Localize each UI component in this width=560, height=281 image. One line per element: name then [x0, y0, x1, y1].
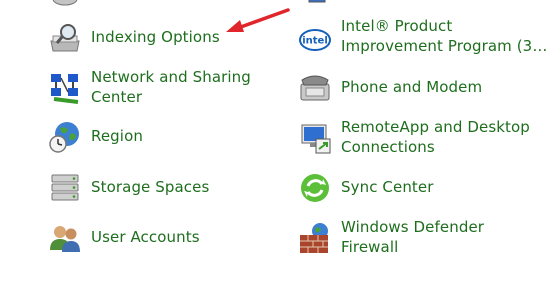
remoteapp-label[interactable]: RemoteApp and Desktop Connections — [341, 117, 530, 157]
svg-text:intel: intel — [302, 36, 328, 47]
sync-center-label[interactable]: Sync Center — [341, 177, 434, 197]
region-globe-icon — [47, 119, 83, 155]
storage-spaces-icon — [47, 170, 83, 206]
intel-program-label[interactable]: Intel® Product Improvement Program (3… — [341, 16, 547, 56]
network-sharing-icon — [47, 70, 83, 106]
intel-program-label-line1: Intel® Product — [341, 17, 453, 35]
remoteapp-label-line1: RemoteApp and Desktop — [341, 118, 530, 136]
storage-spaces-item[interactable]: Storage Spaces — [47, 170, 209, 206]
cut-off-item-icon — [50, 0, 80, 6]
user-accounts-item[interactable]: User Accounts — [47, 220, 200, 256]
intel-icon: intel — [297, 22, 333, 58]
annotation-arrow-icon — [226, 8, 290, 32]
phone-modem-icon — [297, 70, 333, 106]
firewall-label[interactable]: Windows Defender Firewall — [341, 217, 484, 257]
user-accounts-label[interactable]: User Accounts — [91, 227, 200, 247]
cut-off-item-icon-right — [306, 0, 328, 4]
phone-modem-item[interactable]: Phone and Modem — [297, 70, 482, 106]
indexing-options-icon — [47, 20, 83, 56]
region-item[interactable]: Region — [47, 119, 143, 155]
storage-spaces-label[interactable]: Storage Spaces — [91, 177, 209, 197]
network-sharing-label-line1: Network and Sharing — [91, 68, 251, 86]
intel-program-item[interactable]: intel Intel® Product Improvement Program… — [297, 16, 547, 58]
sync-center-icon — [297, 170, 333, 206]
network-sharing-label-line2: Center — [91, 88, 143, 106]
remoteapp-label-line2: Connections — [341, 138, 435, 156]
sync-center-item[interactable]: Sync Center — [297, 170, 434, 206]
user-accounts-icon — [47, 220, 83, 256]
phone-modem-label[interactable]: Phone and Modem — [341, 77, 482, 97]
network-sharing-label[interactable]: Network and Sharing Center — [91, 67, 251, 107]
firewall-label-line2: Firewall — [341, 238, 399, 256]
firewall-label-line1: Windows Defender — [341, 218, 485, 236]
region-label[interactable]: Region — [91, 126, 143, 146]
indexing-options-label[interactable]: Indexing Options — [91, 27, 220, 47]
remoteapp-icon — [297, 120, 333, 156]
network-sharing-item[interactable]: Network and Sharing Center — [47, 66, 251, 107]
firewall-item[interactable]: Windows Defender Firewall — [297, 216, 484, 257]
indexing-options-item[interactable]: Indexing Options — [47, 20, 220, 56]
remoteapp-item[interactable]: RemoteApp and Desktop Connections — [297, 116, 530, 157]
firewall-icon — [297, 220, 333, 256]
intel-program-label-line2: Improvement Program (3… — [341, 37, 548, 55]
